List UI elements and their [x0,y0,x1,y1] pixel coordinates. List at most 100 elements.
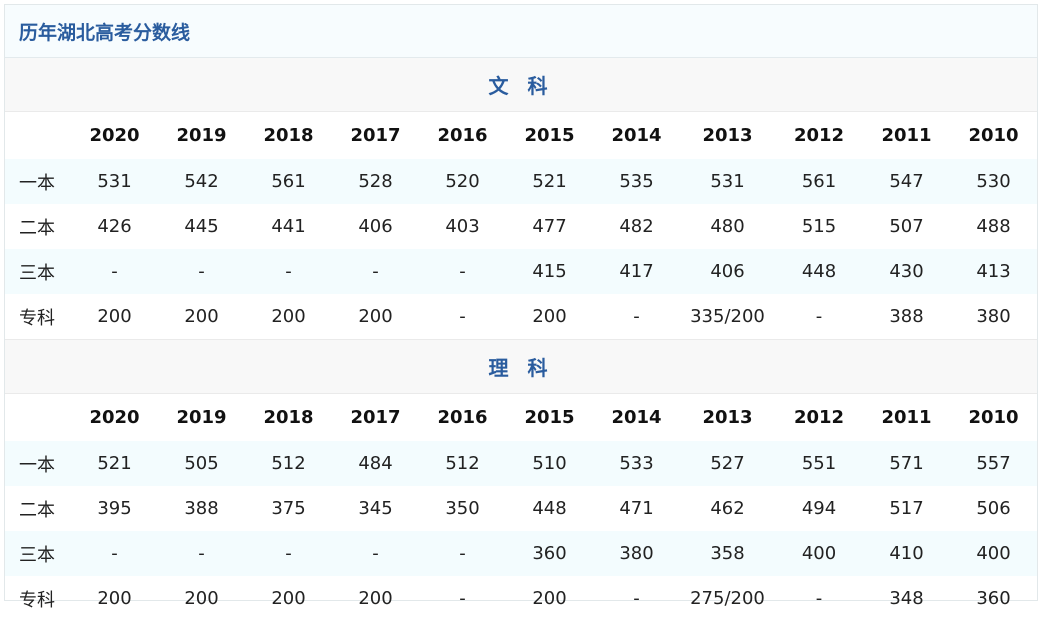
score-table-body: 文 科 2020 2019 2018 2017 2016 2015 2014 2013 2012 2… [5,58,1038,621]
score-cell: - [633,306,640,327]
score-cell: 415 [506,249,593,294]
section-title: 文 科 [5,58,1038,112]
section-header-row: 理 科 [5,339,1038,394]
year-header-cell: 2020 [71,111,158,159]
score-cell: 494 [801,498,837,519]
row-label: 一本 [5,159,71,204]
score-cell: 375 [271,498,306,519]
score-cell: 200 [184,588,219,609]
score-cell: 200 [184,306,219,327]
score-cell: 571 [863,441,950,486]
year-header-cell: 2015 [506,111,593,159]
year-header-cell: 2011 [863,111,950,159]
score-cell: - [158,531,245,576]
score-cell: 533 [593,441,680,486]
score-cell: 521 [71,441,158,486]
score-cell: 406 [358,216,393,237]
score-cell: 441 [271,216,306,237]
score-cell: 512 [245,441,332,486]
score-cell: 348 [889,588,924,609]
table-row: 一本 531 542 561 528 520 521 535 531 561 547 530 [5,159,1038,204]
score-cell: 561 [775,159,863,204]
year-header-cell: 2019 [158,111,245,159]
score-cell: 360 [506,531,593,576]
score-cell: 445 [184,216,219,237]
score-cell: 547 [863,159,950,204]
year-header-cell: 2018 [245,111,332,159]
score-cell: - [633,588,640,609]
score-cell: 448 [532,498,567,519]
section-header-row: 文 科 [5,58,1038,112]
table-row: 专科 200 200 200 200 - 200 - 335/200 - 388 380 [5,294,1037,340]
score-cell: 413 [950,249,1038,294]
score-cell: 531 [680,159,775,204]
score-cell: 471 [619,498,654,519]
table-row: 二本 395 388 375 345 350 448 471 462 494 517 506 [5,486,1037,531]
score-cell: 388 [889,306,924,327]
year-header-cell: 2020 [71,393,158,441]
score-cell: 430 [863,249,950,294]
year-header-cell: 2012 [775,111,863,159]
score-cell: 505 [158,441,245,486]
score-cell: 426 [97,216,132,237]
table-row: 一本 521 505 512 484 512 510 533 527 551 571 557 [5,441,1038,486]
table-row: 三本 - - - - -360 380 358 400 410 400 [5,531,1038,576]
year-header-cell: 2010 [950,393,1038,441]
score-cell: 200 [271,588,306,609]
score-cell: - [459,588,466,609]
score-cell: 517 [889,498,924,519]
year-header-cell: 2017 [332,111,419,159]
score-cell: 557 [950,441,1038,486]
score-cell: 380 [593,531,680,576]
score-table: 文 科 2020 2019 2018 2017 2016 2015 2014 2013 2012 2… [5,58,1038,621]
score-cell: 200 [358,588,393,609]
score-cell: 200 [97,306,132,327]
year-header-cell: 2019 [158,393,245,441]
score-cell: 506 [976,498,1011,519]
score-cell: 360 [976,588,1011,609]
panel-title: 历年湖北高考分数线 [19,21,191,44]
score-cell: - [419,531,506,576]
year-header-cell: 2012 [775,393,863,441]
score-cell: 275/200 [690,588,765,609]
score-cell: - [332,531,419,576]
score-cell: - [158,249,245,294]
score-cell: 561 [245,159,332,204]
score-cell: 345 [358,498,393,519]
year-header-cell: 2017 [332,393,419,441]
score-cell: 403 [445,216,480,237]
row-label: 二本 [19,217,55,239]
score-cell: 400 [775,531,863,576]
score-cell: 512 [419,441,506,486]
score-cell: - [459,306,466,327]
year-header-cell: 2015 [506,393,593,441]
year-header-cell: 2016 [419,393,506,441]
score-cell: 395 [97,498,132,519]
score-cell: 528 [332,159,419,204]
score-cell: 551 [775,441,863,486]
year-header-cell: 2018 [245,393,332,441]
score-cell: 520 [419,159,506,204]
score-cell: 507 [889,216,924,237]
score-cell: 542 [158,159,245,204]
year-header-cell: 2013 [680,393,775,441]
score-cell: 530 [950,159,1038,204]
year-header-row: 2020 2019 2018 2017 2016 2015 2014 2013 2012 2011… [5,111,1038,159]
score-cell: 400 [950,531,1038,576]
score-cell: 406 [680,249,775,294]
score-cell: 200 [97,588,132,609]
score-cell: - [245,249,332,294]
score-cell: 477 [532,216,567,237]
score-cell: 535 [593,159,680,204]
row-label: 三本 [5,531,71,576]
score-cell: 417 [593,249,680,294]
score-cell: 380 [976,306,1011,327]
score-cell: - [815,306,823,327]
score-cell: 521 [506,159,593,204]
score-cell: 527 [680,441,775,486]
score-cell: - [245,531,332,576]
row-label: 二本 [19,499,55,521]
score-cell: - [71,531,158,576]
score-cell: 200 [532,306,567,327]
score-cell: - [332,249,419,294]
